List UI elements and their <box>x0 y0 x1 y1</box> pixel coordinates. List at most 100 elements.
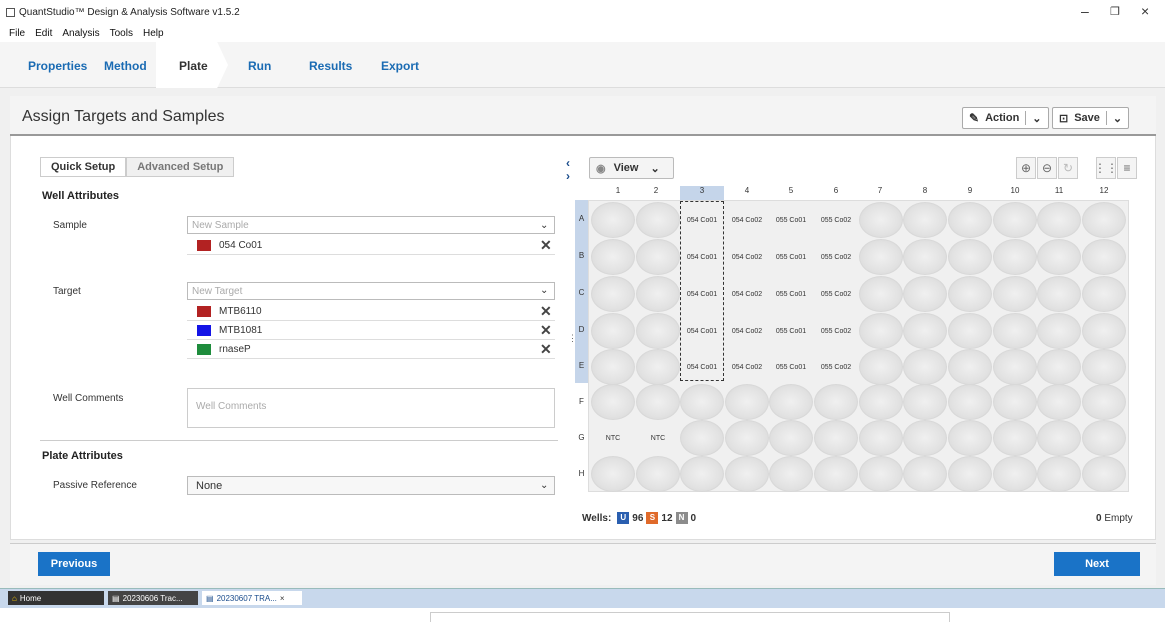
plate-well-empty[interactable] <box>903 384 947 420</box>
plate-well-empty[interactable] <box>903 239 947 275</box>
plate-well-empty[interactable] <box>1082 239 1126 275</box>
plate-well-empty[interactable] <box>993 420 1037 456</box>
column-header[interactable]: 10 <box>993 186 1037 200</box>
plate-well-empty[interactable] <box>993 456 1037 492</box>
plate-well-assigned[interactable]: 054 Co02 <box>725 349 769 385</box>
plate-well-empty[interactable] <box>636 239 680 275</box>
plate-well-empty[interactable] <box>725 420 769 456</box>
plate-well-empty[interactable] <box>1082 276 1126 312</box>
plate-well-empty[interactable] <box>1037 276 1081 312</box>
plate-well-empty[interactable] <box>948 420 992 456</box>
row-header-selected[interactable]: D <box>575 311 588 348</box>
tab-method[interactable]: Method <box>104 59 147 73</box>
tab-export[interactable]: Export <box>381 59 419 73</box>
plate-well-assigned[interactable]: NTC <box>636 420 680 456</box>
plate-well-empty[interactable] <box>948 349 992 385</box>
plate-well-empty[interactable] <box>769 456 813 492</box>
plate-well-empty[interactable] <box>903 276 947 312</box>
plate-well-empty[interactable] <box>859 384 903 420</box>
doc-tab-active[interactable]: ▤ 20230607 TRA... × <box>202 591 302 605</box>
plate-well-empty[interactable] <box>1037 202 1081 238</box>
plate-well-empty[interactable] <box>859 276 903 312</box>
plate-well-assigned[interactable]: 054 Co02 <box>725 239 769 275</box>
plate-well-empty[interactable] <box>993 349 1037 385</box>
plate-well-empty[interactable] <box>814 384 858 420</box>
menu-help[interactable]: Help <box>143 28 164 39</box>
plate-well-empty[interactable] <box>591 349 635 385</box>
plate-well-empty[interactable] <box>1082 420 1126 456</box>
plate-well-empty[interactable] <box>993 276 1037 312</box>
close-tab-icon[interactable]: × <box>280 594 285 603</box>
zoom-in-icon[interactable]: ⊕ <box>1016 157 1036 179</box>
previous-button[interactable]: Previous <box>38 552 110 576</box>
plate-well-empty[interactable] <box>680 384 724 420</box>
plate-well-empty[interactable] <box>903 349 947 385</box>
tab-properties[interactable]: Properties <box>28 59 87 73</box>
column-header[interactable]: 4 <box>725 186 769 200</box>
row-header[interactable]: G <box>575 419 588 455</box>
plate-well-empty[interactable] <box>591 384 635 420</box>
column-header[interactable]: 6 <box>814 186 858 200</box>
plate-well-empty[interactable] <box>769 384 813 420</box>
action-button[interactable]: ✎ Action ⌄ <box>962 107 1049 129</box>
column-header[interactable]: 11 <box>1037 186 1081 200</box>
plate-well-assigned[interactable]: 055 Co02 <box>814 239 858 275</box>
plate-well-empty[interactable] <box>591 276 635 312</box>
plate-well-assigned[interactable]: 054 Co02 <box>725 276 769 312</box>
plate-well-empty[interactable] <box>769 420 813 456</box>
collapse-left-icon[interactable]: ‹ <box>566 156 570 170</box>
plate-well-empty[interactable] <box>814 456 858 492</box>
target-input[interactable]: New Target <box>187 282 555 300</box>
plate-well-empty[interactable] <box>725 384 769 420</box>
plate-well-empty[interactable] <box>903 420 947 456</box>
plate-well-empty[interactable] <box>591 313 635 349</box>
plate-well-empty[interactable] <box>993 239 1037 275</box>
column-header[interactable]: 2 <box>634 186 678 200</box>
row-header-selected[interactable]: E <box>575 348 588 383</box>
plate-well-empty[interactable] <box>814 420 858 456</box>
plate-well-assigned[interactable]: NTC <box>591 420 635 456</box>
tab-quick-setup[interactable]: Quick Setup <box>40 157 127 177</box>
sample-dropdown-icon[interactable]: ⌄ <box>540 220 548 231</box>
plate-well-empty[interactable] <box>1037 384 1081 420</box>
plate-well-assigned[interactable]: 055 Co01 <box>769 276 813 312</box>
save-button[interactable]: ⊡ Save ⌄ <box>1052 107 1130 129</box>
plate-well-empty[interactable] <box>636 313 680 349</box>
row-header-selected[interactable]: C <box>575 274 588 311</box>
grid-view-icon[interactable]: ⋮⋮ <box>1094 157 1118 179</box>
plate-well-empty[interactable] <box>636 456 680 492</box>
plate-well-empty[interactable] <box>591 239 635 275</box>
row-header[interactable]: F <box>575 383 588 419</box>
plate-well-assigned[interactable]: 055 Co01 <box>769 349 813 385</box>
plate-well-empty[interactable] <box>948 456 992 492</box>
menu-edit[interactable]: Edit <box>35 28 52 39</box>
plate-well-empty[interactable] <box>903 313 947 349</box>
plate-well-empty[interactable] <box>636 276 680 312</box>
tab-results[interactable]: Results <box>309 59 352 73</box>
column-header[interactable]: 8 <box>903 186 947 200</box>
plate-well-empty[interactable] <box>993 384 1037 420</box>
plate-well-empty[interactable] <box>591 202 635 238</box>
well-comments-field[interactable]: Well Comments <box>187 388 555 428</box>
plate-well-empty[interactable] <box>725 456 769 492</box>
menu-file[interactable]: File <box>9 28 25 39</box>
doc-tab[interactable]: ▤ 20230606 Trac... <box>108 591 198 605</box>
plate-well-empty[interactable] <box>591 456 635 492</box>
plate-well-assigned[interactable]: 055 Co01 <box>769 313 813 349</box>
plate-well-empty[interactable] <box>1037 420 1081 456</box>
home-tab[interactable]: ⌂ Home <box>8 591 104 605</box>
plate-well-assigned[interactable]: 054 Co02 <box>725 313 769 349</box>
column-header[interactable]: 7 <box>858 186 902 200</box>
plate-well-empty[interactable] <box>948 276 992 312</box>
column-header[interactable]: 9 <box>948 186 992 200</box>
passive-reference-select[interactable]: None <box>187 476 555 495</box>
remove-target-icon[interactable]: ✕ <box>540 322 552 339</box>
view-button[interactable]: ◉ View ⌄ <box>589 157 674 179</box>
plate-well-empty[interactable] <box>859 420 903 456</box>
remove-target-icon[interactable]: ✕ <box>540 303 552 320</box>
tab-run[interactable]: Run <box>248 59 271 73</box>
plate-well-empty[interactable] <box>859 456 903 492</box>
plate-well-empty[interactable] <box>859 202 903 238</box>
next-button[interactable]: Next <box>1054 552 1140 576</box>
plate-well-assigned[interactable]: 054 Co02 <box>725 202 769 238</box>
